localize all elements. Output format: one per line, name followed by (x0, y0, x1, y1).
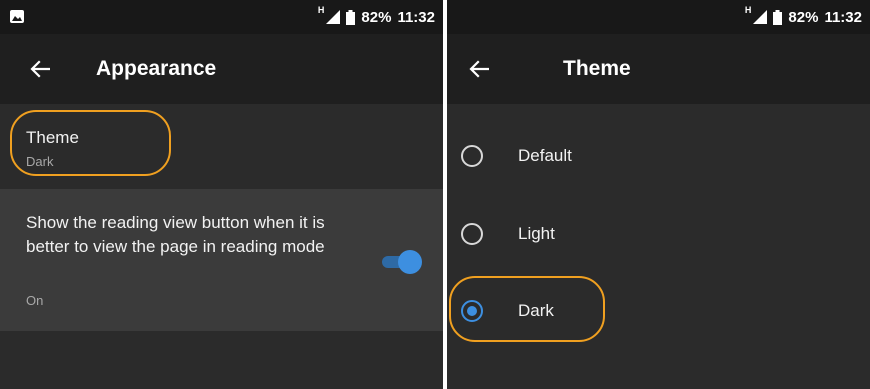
arrow-left-icon[interactable] (465, 56, 493, 82)
radio-button[interactable] (461, 145, 483, 167)
theme-option-default[interactable]: Default (447, 131, 870, 181)
clock: 11:32 (397, 8, 435, 26)
annotation-highlight (10, 110, 171, 176)
battery-percent: 82% (361, 8, 392, 26)
battery-icon (346, 9, 356, 25)
theme-screen: H 82% 11:32 Theme Default Light Dark (447, 0, 870, 389)
arrow-left-icon[interactable] (26, 56, 54, 82)
toggle-thumb (398, 250, 422, 274)
page-title: Theme (563, 57, 631, 80)
app-bar: Theme (447, 34, 870, 104)
status-bar: H 82% 11:32 (447, 0, 870, 34)
setting-summary: On (26, 293, 44, 308)
page-title: Appearance (96, 57, 217, 80)
signal-icon (326, 10, 341, 24)
appearance-screen: H 82% 11:32 Appearance Theme Dark Show t… (0, 0, 443, 389)
status-bar: H 82% 11:32 (0, 0, 443, 34)
theme-option-light[interactable]: Light (447, 209, 870, 259)
radio-button[interactable] (461, 223, 483, 245)
network-type-label: H (317, 5, 325, 15)
battery-percent: 82% (788, 8, 819, 26)
clock: 11:32 (824, 8, 862, 26)
annotation-highlight (449, 276, 605, 342)
image-icon (10, 10, 24, 23)
network-type-label: H (744, 5, 752, 15)
signal-icon (753, 10, 768, 24)
reading-view-toggle[interactable] (380, 250, 422, 274)
option-label: Light (518, 224, 555, 243)
setting-title: Show the reading view button when it is … (26, 213, 325, 256)
battery-icon (773, 9, 783, 25)
app-bar: Appearance (0, 34, 443, 104)
option-label: Default (518, 146, 572, 165)
reading-view-setting[interactable]: Show the reading view button when it is … (0, 189, 443, 331)
